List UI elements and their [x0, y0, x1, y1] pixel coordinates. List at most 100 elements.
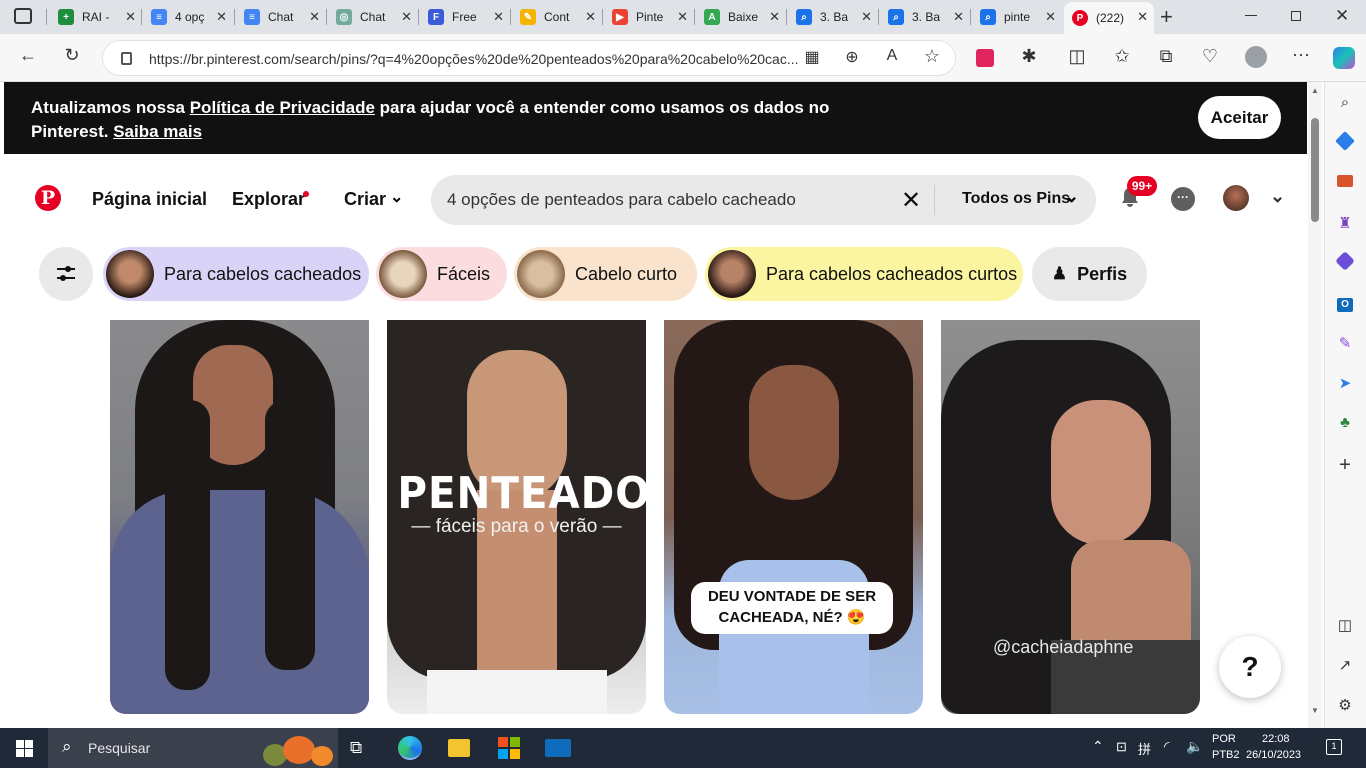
pin-filter-dropdown[interactable]: Todos os Pins	[962, 190, 1070, 208]
close-tab-icon[interactable]: ✕	[216, 9, 227, 25]
nav-home[interactable]: Página inicial	[92, 189, 207, 210]
clock-time[interactable]: 22:08	[1262, 733, 1290, 745]
volume-icon[interactable]: 🔈	[1186, 738, 1203, 755]
close-tab-icon[interactable]: ✕	[861, 9, 872, 25]
chip-faceis[interactable]: Fáceis	[376, 247, 507, 301]
split-screen-icon[interactable]: ◫	[1065, 46, 1089, 67]
split-view-icon[interactable]: ◫	[1335, 616, 1355, 636]
send-icon[interactable]: ➤	[1335, 374, 1355, 394]
network-adapter-icon[interactable]: ⊡	[1116, 739, 1127, 755]
settings-gear-icon[interactable]: ⚙	[1335, 696, 1355, 716]
close-tab-icon[interactable]: ✕	[1045, 9, 1056, 25]
tab-4-opcoes[interactable]: ≡ 4 opç ✕	[143, 2, 233, 32]
pinterest-logo[interactable]: P	[35, 185, 61, 211]
games-icon[interactable]: ♜	[1335, 214, 1355, 234]
clear-search-icon[interactable]: ✕	[901, 186, 921, 215]
restore-icon[interactable]	[1291, 11, 1301, 21]
collections-icon[interactable]: ⧉	[1154, 46, 1178, 67]
notifications-center-icon[interactable]: 1	[1326, 739, 1342, 755]
scroll-down-arrow[interactable]: ▼	[1311, 706, 1319, 715]
user-avatar[interactable]	[1223, 185, 1249, 211]
scrollbar-thumb[interactable]	[1311, 118, 1319, 222]
app-available-icon[interactable]: ▦	[800, 47, 824, 67]
account-chevron-icon[interactable]: ⌄	[1270, 186, 1285, 207]
taskbar-search[interactable]: ⌕ Pesquisar	[48, 728, 338, 768]
tab-pinte-play[interactable]: ▶ Pinte ✕	[604, 2, 694, 32]
tools-icon[interactable]	[1335, 174, 1355, 194]
tab-search-1[interactable]: ⌕ 3. Ba ✕	[788, 2, 878, 32]
chip-para-cabelos-cacheados-curtos[interactable]: Para cabelos cacheados curtos	[705, 247, 1023, 301]
pin-card-2[interactable]: PENTEADOS — fáceis para o verão —	[387, 320, 646, 714]
chevron-down-icon[interactable]: ⌄	[390, 187, 403, 207]
tab-baixe[interactable]: A Baixe ✕	[696, 2, 786, 32]
learn-more-link[interactable]: Saiba mais	[113, 122, 202, 141]
read-aloud-icon[interactable]: A	[880, 47, 904, 65]
keyboard-language-top[interactable]: POR	[1212, 733, 1236, 745]
office-icon[interactable]	[1335, 251, 1355, 274]
tab-chat-doc[interactable]: ≡ Chat ✕	[236, 2, 326, 32]
copilot-icon[interactable]	[1333, 47, 1355, 69]
open-external-icon[interactable]: ↗	[1335, 656, 1355, 676]
chevron-down-icon[interactable]: ⌄	[1064, 186, 1079, 207]
chip-cabelo-curto[interactable]: Cabelo curto	[514, 247, 697, 301]
close-tab-icon[interactable]: ✕	[125, 9, 136, 25]
file-explorer-icon[interactable]	[448, 739, 470, 757]
clock-date[interactable]: 26/10/2023	[1246, 749, 1301, 761]
messages-icon[interactable]: ···	[1171, 187, 1195, 211]
show-hidden-icons-chevron[interactable]: ⌃	[1092, 738, 1104, 755]
close-tab-icon[interactable]: ✕	[1137, 9, 1148, 25]
performance-icon[interactable]: ♡	[1198, 46, 1222, 67]
chip-perfis[interactable]: ♟ Perfis	[1032, 247, 1147, 301]
close-tab-icon[interactable]: ✕	[677, 9, 688, 25]
outlook-icon[interactable]: O	[1335, 294, 1355, 314]
tab-actions-icon[interactable]	[14, 8, 32, 24]
close-window-icon[interactable]: ✕	[1335, 6, 1349, 26]
lock-icon[interactable]	[121, 52, 132, 65]
search-icon[interactable]: ⌕	[1335, 94, 1355, 114]
close-tab-icon[interactable]: ✕	[493, 9, 504, 25]
shopping-tag-icon[interactable]	[1335, 131, 1355, 154]
tree-icon[interactable]: ♣	[1335, 414, 1355, 434]
help-button[interactable]: ?	[1219, 636, 1281, 698]
store-icon[interactable]	[498, 737, 520, 759]
ime-icon[interactable]: 拼	[1138, 739, 1151, 758]
filters-button[interactable]	[39, 247, 93, 301]
add-icon[interactable]: +	[1335, 454, 1355, 476]
accept-button[interactable]: Aceitar	[1198, 96, 1281, 139]
nav-create[interactable]: Criar	[344, 189, 386, 210]
nav-explore[interactable]: Explorar	[232, 189, 305, 210]
profile-avatar[interactable]	[1245, 46, 1267, 68]
favorite-star-icon[interactable]: ☆	[920, 46, 944, 67]
close-tab-icon[interactable]: ✕	[401, 9, 412, 25]
close-tab-icon[interactable]: ✕	[769, 9, 780, 25]
tab-rai[interactable]: + RAI - ✕	[50, 2, 142, 32]
close-tab-icon[interactable]: ✕	[953, 9, 964, 25]
tab-cont[interactable]: ✎ Cont ✕	[512, 2, 602, 32]
extensions-puzzle-icon[interactable]: ✱	[1017, 46, 1041, 67]
windows-start-icon[interactable]	[16, 740, 33, 757]
new-tab-icon[interactable]: +	[1160, 4, 1173, 30]
minimize-icon[interactable]	[1245, 15, 1257, 16]
zoom-icon[interactable]: ⊕	[840, 47, 864, 67]
tab-search-2[interactable]: ⌕ 3. Ba ✕	[880, 2, 970, 32]
task-view-icon[interactable]: ⧉	[350, 738, 362, 758]
scroll-up-arrow[interactable]: ▲	[1311, 86, 1319, 95]
keyboard-language-bottom[interactable]: PTB2	[1212, 749, 1240, 761]
search-input[interactable]: 4 opções de penteados para cabelo cachea…	[431, 175, 1096, 225]
refresh-icon[interactable]: ↻	[60, 45, 84, 66]
wifi-icon[interactable]: ◜	[1164, 738, 1169, 755]
mail-icon[interactable]	[545, 739, 571, 757]
close-tab-icon[interactable]: ✕	[585, 9, 596, 25]
page-scrollbar[interactable]: ▲ ▼	[1308, 82, 1322, 728]
tab-pinterest-active[interactable]: P (222) ✕	[1064, 2, 1154, 34]
tab-search-3[interactable]: ⌕ pinte ✕	[972, 2, 1062, 32]
designer-icon[interactable]: ✎	[1335, 334, 1355, 354]
close-tab-icon[interactable]: ✕	[309, 9, 320, 25]
address-bar[interactable]: https://br.pinterest.com/search/pins/?q=…	[102, 40, 956, 76]
pin-card-4[interactable]: @cacheiadaphne	[941, 320, 1200, 714]
tab-chatgpt[interactable]: ◎ Chat ✕	[328, 2, 418, 32]
more-menu-icon[interactable]: ···	[1289, 44, 1313, 65]
privacy-policy-link[interactable]: Política de Privacidade	[190, 98, 375, 117]
tab-free[interactable]: F Free ✕	[420, 2, 510, 32]
pin-card-3[interactable]: DEU VONTADE DE SER CACHEADA, NÉ? 😍	[664, 320, 923, 714]
